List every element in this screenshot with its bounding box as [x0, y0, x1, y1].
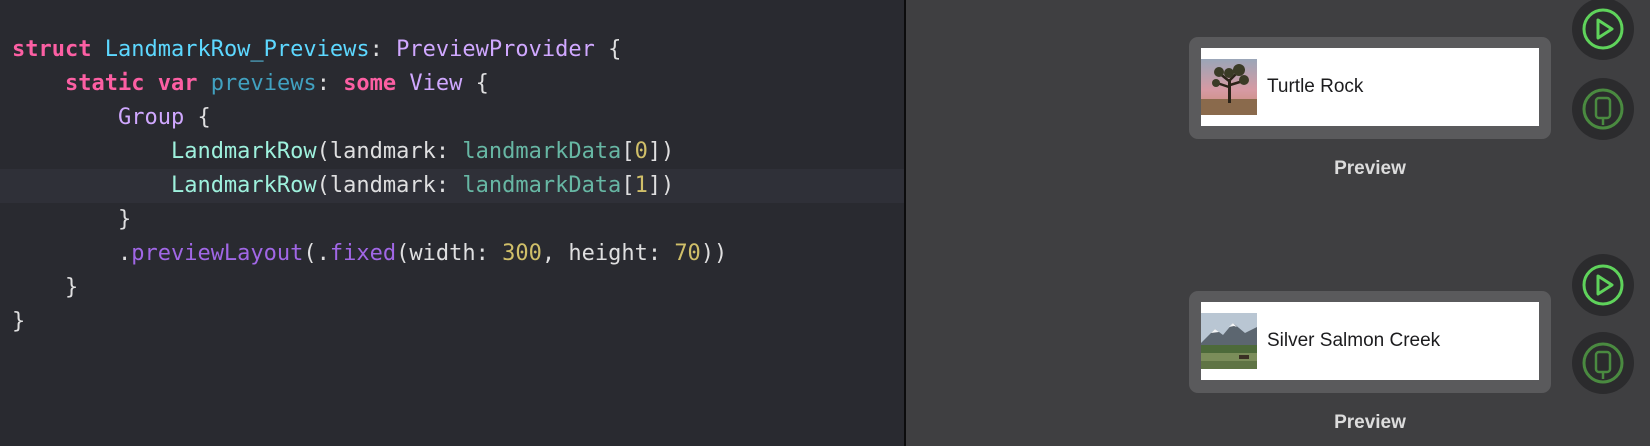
code-line[interactable]: } — [0, 305, 904, 339]
code-token: (. — [303, 241, 330, 266]
on-device-preview-button-2[interactable] — [1572, 332, 1634, 394]
code-token: [ — [621, 173, 635, 198]
code-token: View — [409, 71, 463, 96]
play-icon — [1582, 8, 1624, 50]
code-token: fixed — [329, 241, 397, 266]
code-token: . — [12, 241, 132, 266]
code-token: 300 — [502, 241, 542, 266]
code-lines: struct LandmarkRow_Previews: PreviewProv… — [0, 33, 904, 339]
code-line[interactable]: Group { — [0, 101, 904, 135]
code-line[interactable]: } — [0, 271, 904, 305]
code-line[interactable]: struct LandmarkRow_Previews: PreviewProv… — [0, 33, 904, 67]
preview-label-1: Preview — [1334, 158, 1406, 179]
code-token: : — [369, 37, 397, 62]
live-preview-button-1[interactable] — [1572, 0, 1634, 60]
landmark-row-title: Turtle Rock — [1267, 76, 1364, 97]
code-token: } — [12, 309, 26, 334]
code-token: [ — [621, 139, 635, 164]
landmark-row-1: Turtle Rock — [1201, 48, 1539, 126]
code-token: ]) — [647, 139, 675, 164]
landmark-row-title: Silver Salmon Creek — [1267, 330, 1441, 351]
code-token: { — [184, 105, 211, 130]
landmark-row-2: Silver Salmon Creek — [1201, 302, 1539, 380]
code-token: some — [343, 71, 397, 96]
code-token: previewLayout — [131, 241, 304, 266]
code-token: LandmarkRow — [170, 139, 317, 164]
code-token: landmarkData — [462, 173, 622, 198]
code-token: (width: — [396, 241, 503, 266]
code-token: PreviewProvider — [396, 37, 595, 62]
code-token: 1 — [634, 173, 648, 198]
code-token: } — [12, 275, 79, 300]
code-token: { — [462, 71, 489, 96]
preview-frame-1[interactable]: Turtle Rock — [1189, 37, 1551, 139]
play-icon — [1582, 264, 1624, 306]
code-token: (landmark: — [316, 173, 463, 198]
silver-salmon-creek-thumbnail — [1201, 313, 1257, 369]
code-token: var — [157, 71, 198, 96]
code-editor[interactable]: struct LandmarkRow_Previews: PreviewProv… — [0, 0, 904, 446]
code-token: ]) — [647, 173, 675, 198]
code-token: static — [64, 71, 145, 96]
code-line-current[interactable]: LandmarkRow(landmark: landmarkData[1]) — [0, 169, 904, 203]
code-token: 70 — [674, 241, 701, 266]
code-token: LandmarkRow_Previews — [104, 37, 370, 62]
code-token: Group — [117, 105, 185, 130]
turtle-rock-thumbnail — [1201, 59, 1257, 115]
code-token: 0 — [634, 139, 648, 164]
preview-frame-2[interactable]: Silver Salmon Creek — [1189, 291, 1551, 393]
xcode-window: struct LandmarkRow_Previews: PreviewProv… — [0, 0, 1650, 446]
on-device-preview-button-1[interactable] — [1572, 78, 1634, 140]
code-line[interactable]: static var previews: some View { — [0, 67, 904, 101]
device-icon — [1582, 88, 1624, 130]
code-token: landmarkData — [462, 139, 622, 164]
preview-label-2: Preview — [1334, 412, 1406, 433]
preview-canvas: Turtle Rock Preview Silver Salmon Creek … — [906, 0, 1650, 446]
code-token: { — [594, 37, 622, 62]
device-icon — [1582, 342, 1624, 384]
code-line[interactable]: LandmarkRow(landmark: landmarkData[0]) — [0, 135, 904, 169]
code-token: struct — [12, 37, 92, 62]
code-token: } — [12, 207, 132, 232]
code-token: LandmarkRow — [170, 173, 317, 198]
code-line[interactable]: .previewLayout(.fixed(width: 300, height… — [0, 237, 904, 271]
live-preview-button-2[interactable] — [1572, 254, 1634, 316]
code-token: : — [316, 71, 344, 96]
code-token: previews — [210, 71, 317, 96]
code-token: (landmark: — [316, 139, 463, 164]
code-line[interactable]: } — [0, 203, 904, 237]
code-token: )) — [700, 241, 728, 266]
code-token: , height: — [541, 241, 675, 266]
